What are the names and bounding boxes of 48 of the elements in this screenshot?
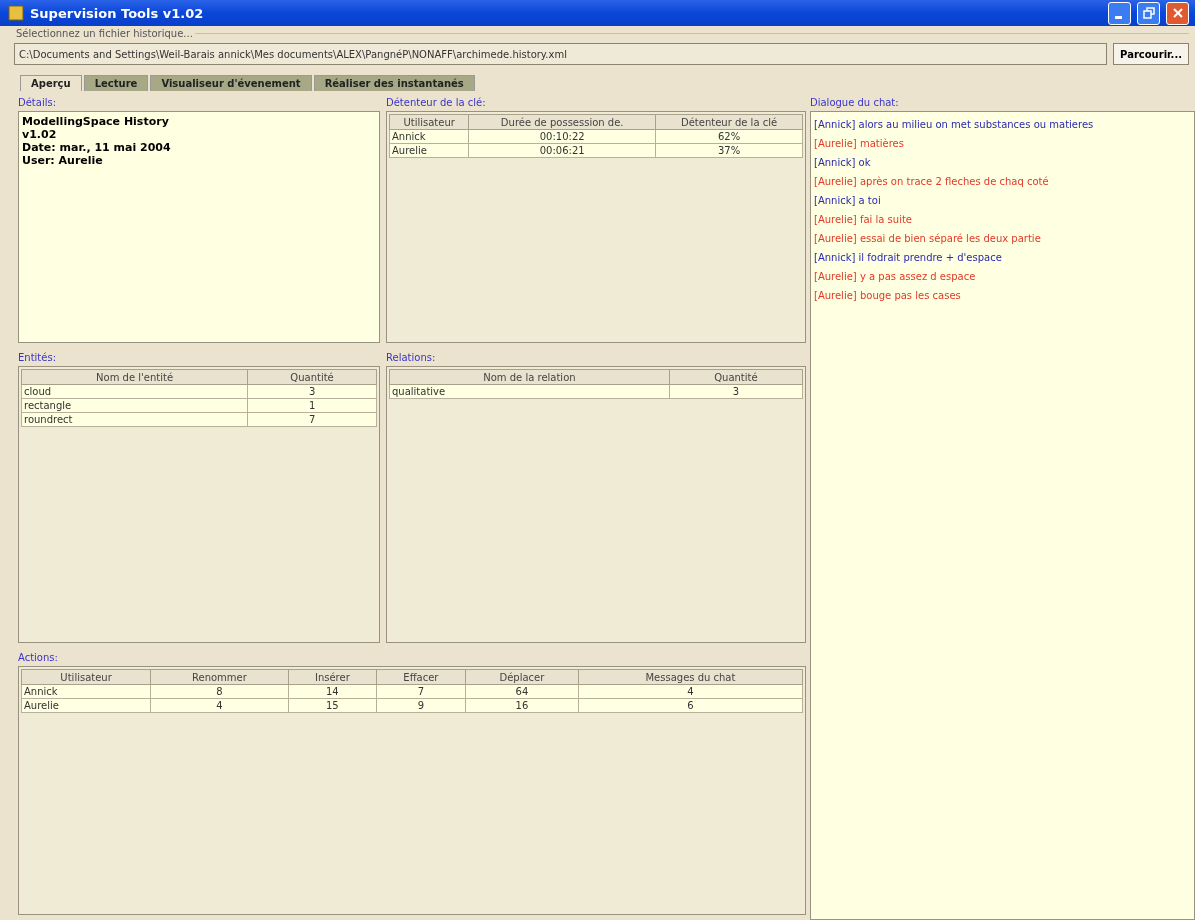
column-header[interactable]: Détenteur de la clé bbox=[655, 114, 803, 130]
close-button[interactable] bbox=[1166, 1, 1189, 25]
minimize-icon bbox=[1114, 15, 1122, 19]
panel-title: Actions: bbox=[18, 650, 59, 665]
column-header[interactable]: Nom de la relation bbox=[389, 369, 670, 385]
app-icon bbox=[8, 5, 24, 21]
chat-message: [Aurelie] y a pas assez d espace bbox=[814, 270, 977, 284]
window-title: Supervision Tools v1.02 bbox=[30, 5, 205, 21]
detail-line: ModellingSpace History bbox=[22, 115, 170, 128]
panel-title: Dialogue du chat: bbox=[810, 95, 900, 110]
column-header[interactable]: Insérer bbox=[288, 669, 377, 685]
panel-title: Relations: bbox=[386, 350, 437, 365]
panel-title: Détenteur de la clé: bbox=[386, 95, 487, 110]
column-header[interactable]: Effacer bbox=[376, 669, 466, 685]
column-header[interactable]: Durée de possession de. bbox=[468, 114, 656, 130]
chat-message: [Annick] il fodrait prendre + d'espace bbox=[814, 251, 1003, 265]
tab[interactable]: Aperçu bbox=[20, 75, 82, 91]
chat-message: [Aurelie] essai de bien séparé les deux partie bbox=[814, 232, 1042, 246]
column-header[interactable]: Quantité bbox=[247, 369, 377, 385]
tab[interactable]: Visualiseur d'évenement bbox=[150, 75, 312, 91]
browse-button[interactable]: Parcourir... bbox=[1113, 43, 1189, 65]
column-header[interactable]: Utilisateur bbox=[389, 114, 469, 130]
detail-line: Date: mar., 11 mai 2004 bbox=[22, 141, 172, 154]
chat-message: [Annick] ok bbox=[814, 156, 872, 170]
detail-line: v1.02 bbox=[22, 128, 58, 141]
minimize-button[interactable] bbox=[1108, 1, 1131, 25]
panel-title: Entités: bbox=[18, 350, 57, 365]
group-label: Sélectionnez un fichier historique... bbox=[15, 28, 194, 39]
chat-message: [Aurelie] bouge pas les cases bbox=[814, 289, 962, 303]
column-header[interactable]: Quantité bbox=[669, 369, 803, 385]
column-header[interactable]: Renommer bbox=[150, 669, 289, 685]
column-header[interactable]: Déplacer bbox=[465, 669, 579, 685]
chat-message: [Annick] alors au milieu on met substances ou matieres bbox=[814, 118, 1095, 132]
restore-icon bbox=[1142, 7, 1155, 19]
tab[interactable]: Réaliser des instantanés bbox=[313, 75, 475, 91]
chat-message: [Annick] a toi bbox=[814, 194, 882, 208]
chat-message: [Aurelie] fai la suite bbox=[814, 213, 913, 227]
path-field[interactable]: C:\Documents and Settings\Weil-Barais annick\Mes documents\ALEX\PangnéP\NONAFF\archimede.history.xml bbox=[14, 43, 1108, 65]
column-header[interactable]: Nom de l'entité bbox=[21, 369, 248, 385]
column-header[interactable]: Messages du chat bbox=[578, 669, 803, 685]
tab[interactable]: Lecture bbox=[83, 75, 149, 91]
restore-button[interactable] bbox=[1137, 1, 1160, 25]
panel-title: Détails: bbox=[18, 95, 58, 110]
column-header[interactable]: Utilisateur bbox=[21, 669, 151, 685]
chat-message: [Aurelie] après on trace 2 fleches de chaq coté bbox=[814, 175, 1050, 189]
detail-line: User: Aurelie bbox=[22, 154, 104, 167]
close-icon bbox=[1171, 7, 1184, 19]
chat-message: [Aurelie] matières bbox=[814, 137, 905, 151]
